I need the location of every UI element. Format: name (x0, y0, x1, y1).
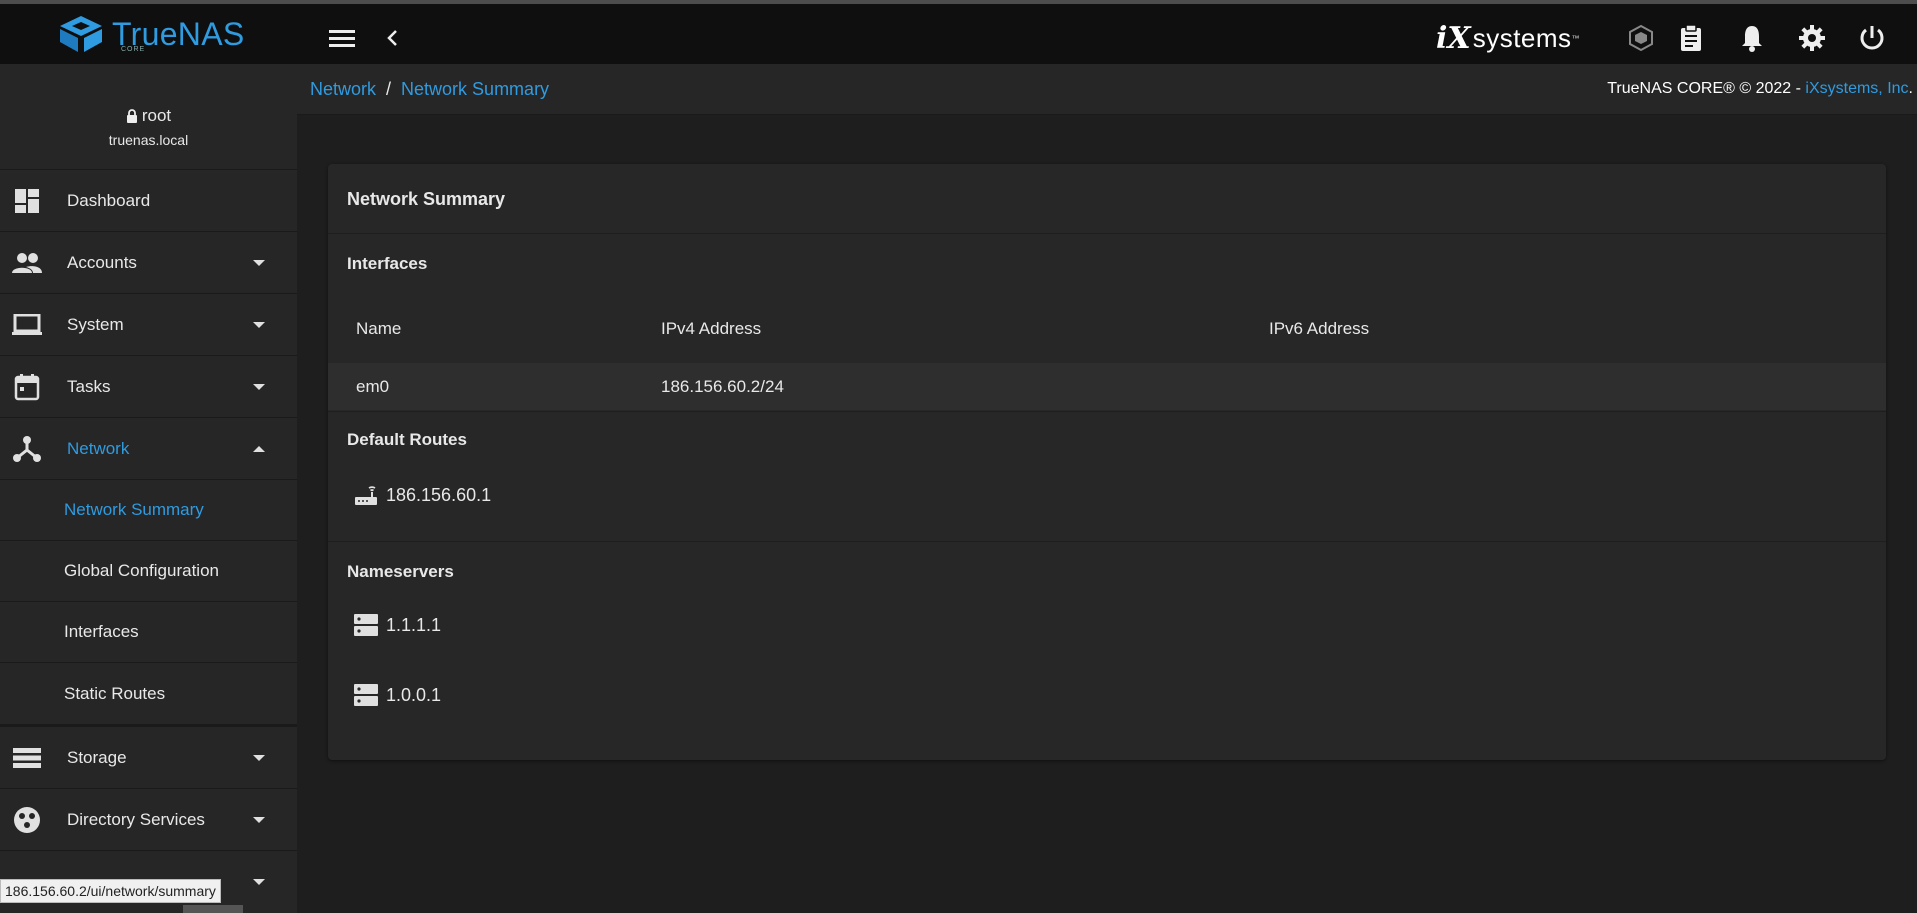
logo-edition: CORE (121, 46, 146, 53)
truenas-logo-icon (60, 16, 102, 52)
sidebar-item-accounts[interactable]: Accounts (0, 232, 297, 294)
breadcrumb-network-link[interactable]: Network (310, 79, 376, 100)
nameservers-title: Nameservers (347, 562, 454, 581)
bell-icon (1742, 26, 1762, 52)
list-item: 186.156.60.1 (354, 484, 491, 506)
default-routes-title: Default Routes (347, 430, 467, 449)
sidebar-item-label: Directory Services (67, 809, 205, 829)
user-panel: root truenas.local (0, 64, 297, 170)
sidebar-subitem-network-summary[interactable]: Network Summary (0, 480, 297, 541)
chevron-down-icon (253, 754, 265, 761)
ixsystems-mark: iX (1436, 20, 1471, 56)
breadcrumb: Network / Network Summary (310, 79, 549, 100)
hamburger-icon (329, 30, 355, 47)
calendar-icon (12, 372, 42, 402)
network-submenu: Network Summary Global Configuration Int… (0, 480, 297, 727)
settings-button[interactable] (1796, 22, 1828, 54)
laptop-icon (12, 310, 42, 340)
column-header-ipv6: IPv6 Address (1269, 319, 1370, 338)
sidebar-subitem-static-routes[interactable]: Static Routes (0, 663, 297, 724)
gear-icon (1799, 25, 1825, 51)
collapse-sidebar-button[interactable] (376, 22, 408, 54)
nameserver-value: 1.0.0.1 (386, 684, 442, 705)
truecommand-icon (1629, 24, 1653, 52)
sidebar-item-storage[interactable]: Storage (0, 727, 297, 789)
network-summary-card: Network Summary Interfaces Name IPv4 Add… (328, 164, 1886, 760)
dns-server-icon (354, 614, 378, 636)
column-header-ipv4: IPv4 Address (661, 319, 762, 338)
sidebar-item-tasks[interactable]: Tasks (0, 356, 297, 418)
sidebar-item-label: Tasks (67, 376, 111, 396)
sidebar-item-label: Storage (67, 747, 127, 767)
clipboard-icon (1681, 24, 1701, 51)
directory-services-icon (12, 805, 42, 835)
horizontal-scrollbar-thumb[interactable] (183, 905, 243, 913)
sidebar-subitem-label: Interfaces (64, 622, 139, 641)
chevron-down-icon (253, 879, 265, 885)
chevron-down-icon (253, 321, 265, 328)
dashboard-icon (12, 186, 42, 216)
router-icon (355, 486, 377, 505)
breadcrumb-network-summary-link[interactable]: Network Summary (401, 79, 549, 100)
nameservers-section: Nameservers 1.1.1.1 1.0.0.1 (328, 542, 1886, 758)
sidebar-subitem-interfaces[interactable]: Interfaces (0, 602, 297, 663)
alerts-button[interactable] (1736, 22, 1768, 54)
dns-server-icon (354, 684, 378, 706)
ixsystems-logo[interactable]: iX systems ™ (1436, 20, 1580, 56)
user-name: root (141, 106, 172, 125)
sidebar-subitem-global-configuration[interactable]: Global Configuration (0, 541, 297, 602)
network-hub-icon (12, 434, 42, 464)
column-header-name: Name (356, 319, 402, 338)
chevron-up-icon (253, 445, 265, 452)
browser-status-url: 186.156.60.2/ui/network/summary (0, 879, 221, 903)
lock-icon (126, 109, 137, 123)
top-toolbar: TrueNAS CORE iX systems ™ (0, 4, 1917, 64)
sidebar-item-dashboard[interactable]: Dashboard (0, 170, 297, 232)
sidebar-item-label: Accounts (67, 252, 137, 272)
sidebar-item-label: System (67, 314, 124, 334)
list-item: 1.0.0.1 (354, 684, 441, 706)
truecommand-button[interactable] (1625, 22, 1657, 54)
power-icon (1860, 26, 1884, 50)
page-header: Network / Network Summary TrueNAS CORE® … (297, 64, 1917, 115)
user-host: truenas.local (108, 132, 189, 148)
interface-name: em0 (356, 377, 390, 396)
sidebar-item-directory-services[interactable]: Directory Services (0, 789, 297, 851)
table-row: em0 186.156.60.2/24 (328, 363, 1886, 410)
ixsystems-name: systems (1472, 22, 1572, 53)
default-routes-section: Default Routes 186.156.60.1 (328, 412, 1886, 542)
breadcrumb-separator: / (386, 79, 392, 99)
chevron-left-icon (387, 30, 397, 46)
task-manager-button[interactable] (1675, 22, 1707, 54)
storage-icon (12, 743, 42, 773)
sidebar-item-label: Dashboard (67, 190, 151, 210)
sidebar-item-system[interactable]: System (0, 294, 297, 356)
sidebar-subitem-label: Network Summary (64, 500, 204, 519)
sidebar: root truenas.local Dashboard Accounts Sy… (0, 64, 297, 913)
power-button[interactable] (1856, 22, 1888, 54)
copyright: TrueNAS CORE® © 2022 - iXsystems, Inc. (1607, 80, 1913, 98)
card-title: Network Summary (328, 164, 1886, 234)
chevron-down-icon (253, 259, 265, 266)
people-icon (12, 248, 42, 278)
chevron-down-icon (253, 816, 265, 823)
default-route-value: 186.156.60.1 (386, 484, 492, 505)
sidebar-item-label: Network (67, 438, 130, 458)
ixsystems-link[interactable]: iXsystems, Inc (1805, 80, 1908, 97)
interfaces-section: Interfaces Name IPv4 Address IPv6 Addres… (328, 234, 1886, 412)
truenas-logo[interactable]: TrueNAS (58, 14, 245, 54)
chevron-down-icon (253, 383, 265, 390)
ixsystems-trademark: ™ (1571, 33, 1580, 43)
copyright-text: TrueNAS CORE® © 2022 - (1607, 80, 1806, 97)
sidebar-subitem-label: Static Routes (64, 683, 166, 703)
sidebar-item-network[interactable]: Network (0, 418, 297, 480)
interfaces-title: Interfaces (347, 254, 428, 273)
list-item: 1.1.1.1 (354, 614, 441, 636)
interface-ipv4: 186.156.60.2/24 (661, 377, 784, 396)
menu-toggle-button[interactable] (326, 22, 358, 54)
user-name-row: root (0, 106, 297, 126)
nameserver-value: 1.1.1.1 (386, 614, 442, 635)
copyright-suffix: . (1908, 80, 1913, 97)
sidebar-subitem-label: Global Configuration (64, 561, 219, 580)
